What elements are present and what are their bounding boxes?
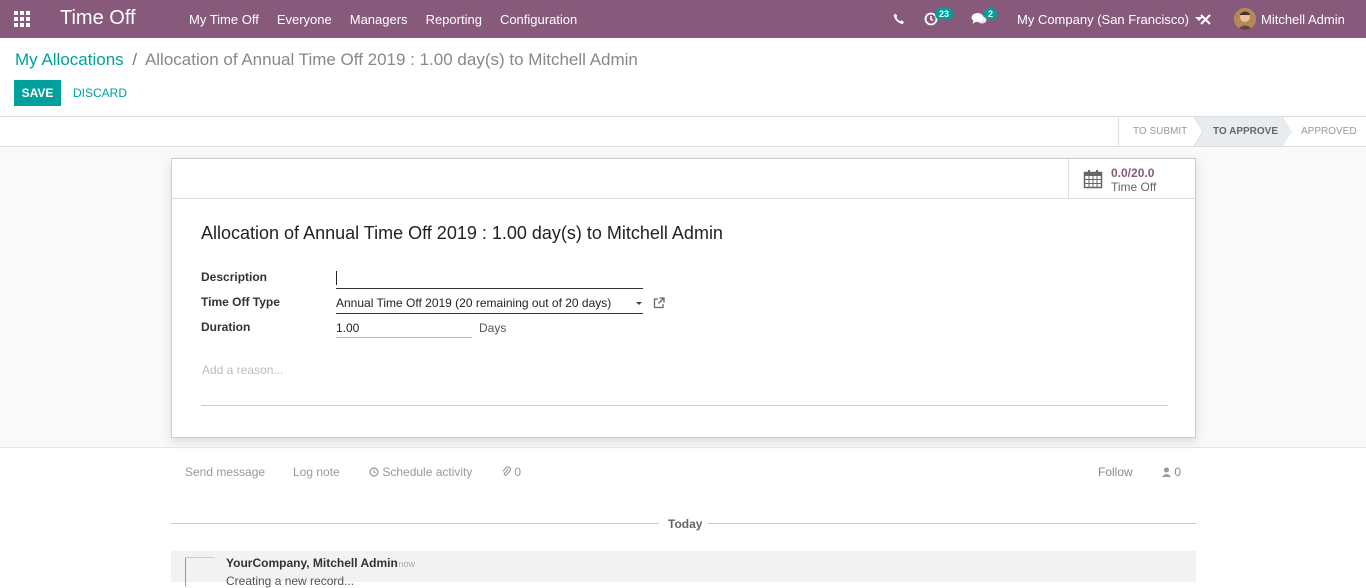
stage-approved[interactable]: APPROVED <box>1301 117 1357 146</box>
stage-divider <box>1118 117 1119 146</box>
day-divider-left <box>171 523 659 524</box>
breadcrumb: My Allocations / Allocation of Annual Ti… <box>15 50 638 70</box>
user-menu[interactable]: Mitchell Admin <box>1234 0 1345 38</box>
app-title[interactable]: Time Off <box>60 7 136 30</box>
company-switcher[interactable]: My Company (San Francisco) <box>1017 0 1203 38</box>
company-name: My Company (San Francisco) <box>1017 11 1189 27</box>
phone-icon <box>893 13 904 25</box>
message-date: - now <box>393 559 416 569</box>
phone-button[interactable] <box>893 0 905 38</box>
activity-count-badge: 23 <box>935 8 954 20</box>
apps-grid-icon[interactable] <box>14 11 30 27</box>
record-title: Allocation of Annual Time Off 2019 : 1.0… <box>201 223 723 243</box>
stat-value: 0.0/20.0 <box>1111 166 1155 180</box>
stage-to-approve[interactable]: TO APPROVE <box>1213 117 1278 146</box>
top-navbar: Time Off My Time Off Everyone Managers R… <box>0 0 1366 38</box>
breadcrumb-my-allocations[interactable]: My Allocations <box>15 50 124 69</box>
discard-button[interactable]: DISCARD <box>73 80 127 106</box>
duration-value: 1.00 <box>336 321 360 335</box>
day-separator-label: Today <box>668 517 703 531</box>
menu-item-managers[interactable]: Managers <box>350 12 408 27</box>
chevron-down-icon[interactable] <box>636 302 642 305</box>
duration-unit: Days <box>479 321 507 335</box>
description-input[interactable] <box>336 271 643 289</box>
external-link-icon[interactable] <box>653 297 665 309</box>
close-icon <box>1200 13 1211 25</box>
menu-item-configuration[interactable]: Configuration <box>500 12 577 27</box>
message-body: Creating a new record... <box>226 574 355 588</box>
schedule-activity-label: Schedule activity <box>382 465 473 479</box>
message-author[interactable]: YourCompany, Mitchell Admin <box>226 556 398 570</box>
reason-textarea[interactable]: Add a reason... <box>202 363 283 377</box>
time-off-type-label: Time Off Type <box>201 295 280 309</box>
user-name: Mitchell Admin <box>1261 11 1345 27</box>
button-box: 0.0/20.0 Time Off <box>172 159 1195 199</box>
debug-close-button[interactable] <box>1200 0 1211 38</box>
time-off-stat-button[interactable]: 0.0/20.0 Time Off <box>1068 159 1195 199</box>
attachments-button[interactable]: 0 <box>502 465 521 479</box>
stage-to-submit[interactable]: TO SUBMIT <box>1133 117 1187 146</box>
time-off-type-select[interactable]: Annual Time Off 2019 (20 remaining out o… <box>336 295 643 314</box>
attachment-count: 0 <box>514 465 522 479</box>
stat-label: Time Off <box>1111 180 1157 194</box>
paperclip-icon <box>502 466 512 476</box>
messages-button[interactable] <box>971 0 987 38</box>
time-off-type-value: Annual Time Off 2019 (20 remaining out o… <box>336 296 612 310</box>
status-bar: TO SUBMIT TO APPROVE APPROVED <box>0 116 1366 147</box>
avatar <box>1234 8 1256 30</box>
description-label: Description <box>201 270 268 284</box>
calendar-icon <box>1083 170 1103 189</box>
form-sheet: 0.0/20.0 Time Off Allocation of Annual T… <box>171 158 1196 438</box>
breadcrumb-separator: / <box>132 50 138 69</box>
followers-button[interactable]: 0 <box>1162 465 1181 479</box>
user-icon <box>1162 467 1171 477</box>
follow-button[interactable]: Follow <box>1098 465 1133 479</box>
avatar <box>185 557 215 587</box>
menu-item-reporting[interactable]: Reporting <box>426 12 482 27</box>
day-divider-right <box>708 523 1196 524</box>
activity-button[interactable] <box>924 0 938 38</box>
clock-icon <box>369 467 379 477</box>
send-message-button[interactable]: Send message <box>185 465 265 479</box>
log-note-button[interactable]: Log note <box>293 465 340 479</box>
duration-input[interactable]: 1.00 <box>336 320 472 338</box>
text-cursor <box>336 271 337 285</box>
menu-item-everyone[interactable]: Everyone <box>277 12 332 27</box>
followers-count: 0 <box>1174 465 1182 479</box>
message-count-badge: 2 <box>984 8 998 20</box>
reason-underline <box>201 405 1168 406</box>
menu-item-my-time-off[interactable]: My Time Off <box>189 12 259 27</box>
breadcrumb-current: Allocation of Annual Time Off 2019 : 1.0… <box>144 50 638 69</box>
duration-label: Duration <box>201 320 251 334</box>
schedule-activity-button[interactable]: Schedule activity <box>369 465 472 479</box>
save-button[interactable]: SAVE <box>14 80 61 106</box>
main-menu: My Time Off Everyone Managers Reporting … <box>189 0 595 38</box>
chatter-message: YourCompany, Mitchell Admin - now Creati… <box>171 551 1196 588</box>
